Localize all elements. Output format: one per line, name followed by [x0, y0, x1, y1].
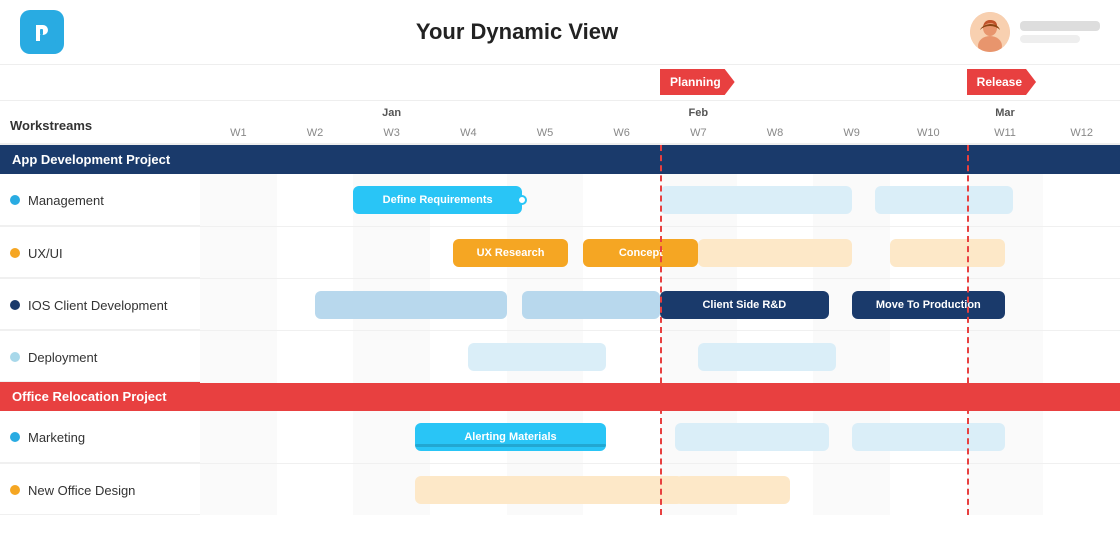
- dot-ios: [10, 300, 20, 310]
- gantt-body: App Development Project Management: [0, 145, 1120, 515]
- dot-uxui: [10, 248, 20, 258]
- user-area: [970, 12, 1100, 52]
- week-header-w9: W9: [813, 101, 890, 143]
- bar-concept[interactable]: Concept: [583, 239, 698, 267]
- bar-alerting-materials[interactable]: Alerting Materials: [415, 423, 607, 451]
- section-app-dev: App Development Project: [0, 145, 1120, 174]
- gantt-chart: Planning Release Workstreams W1 W2 Jan W…: [0, 65, 1120, 515]
- bar-ios-jan2: [522, 291, 660, 319]
- bar-office-jan: [415, 476, 683, 504]
- workstream-office-design: New Office Design: [0, 483, 200, 498]
- workstream-management: Management: [0, 193, 200, 208]
- dot-office-design: [10, 485, 20, 495]
- bar-client-side-rd[interactable]: Client Side R&D: [660, 291, 829, 319]
- workstream-ios: IOS Client Development: [0, 298, 200, 313]
- user-name: [1020, 21, 1100, 31]
- week-header-w11: Mar W11: [967, 101, 1044, 143]
- bar-define-requirements[interactable]: Define Requirements: [353, 186, 522, 214]
- dot-management: [10, 195, 20, 205]
- release-milestone: Release: [967, 69, 1036, 95]
- logo[interactable]: [20, 10, 64, 54]
- bar-mgmt-feb2: [875, 186, 1013, 214]
- bar-deployment-jan: [468, 343, 606, 371]
- user-subtitle: [1020, 35, 1080, 43]
- app-container: Your Dynamic View: [0, 0, 1120, 515]
- workstream-uxui: UX/UI: [0, 246, 200, 261]
- row-management: Management Define Requirements: [0, 174, 1120, 226]
- column-headers: Workstreams W1 W2 Jan W3 W4 W5 W6 Feb W7…: [0, 101, 1120, 145]
- week-header-w1: W1: [200, 101, 277, 143]
- dot-marketing: [10, 432, 20, 442]
- row-deployment: Deployment: [0, 330, 1120, 382]
- week-header-w4: W4: [430, 101, 507, 143]
- row-office-design: New Office Design: [0, 463, 1120, 515]
- bar-uxui-feb1: [698, 239, 851, 267]
- bar-ux-research[interactable]: UX Research: [453, 239, 568, 267]
- planning-milestone: Planning: [660, 69, 735, 95]
- bar-marketing-feb1: [675, 423, 828, 451]
- workstream-deployment: Deployment: [0, 350, 200, 365]
- row-uxui: UX/UI UX Research: [0, 226, 1120, 278]
- week-header-w7: Feb W7: [660, 101, 737, 143]
- dot-deployment: [10, 352, 20, 362]
- page-title: Your Dynamic View: [416, 19, 618, 45]
- row-ios: IOS Client Development Client Side R&D: [0, 278, 1120, 330]
- workstreams-header: Workstreams: [0, 101, 200, 143]
- header: Your Dynamic View: [0, 0, 1120, 65]
- connector-dot-1: [517, 195, 527, 205]
- avatar: [970, 12, 1010, 52]
- section-office-relocation: Office Relocation Project: [0, 382, 1120, 411]
- week-header-w6: W6: [583, 101, 660, 143]
- week-header-w3: Jan W3: [353, 101, 430, 143]
- bar-ios-jan1: [315, 291, 507, 319]
- row-marketing: Marketing Alerting Materials: [0, 411, 1120, 463]
- bar-marketing-feb2: [852, 423, 1005, 451]
- bar-mgmt-feb1: [660, 186, 852, 214]
- week-header-w5: W5: [507, 101, 584, 143]
- bar-deployment-feb: [698, 343, 836, 371]
- workstream-marketing: Marketing: [0, 430, 200, 445]
- week-header-w2: W2: [277, 101, 354, 143]
- week-header-w12: W12: [1043, 101, 1120, 143]
- week-header-w10: W10: [890, 101, 967, 143]
- week-header-w8: W8: [737, 101, 814, 143]
- bar-uxui-feb2: [890, 239, 1005, 267]
- bar-office-feb: [675, 476, 790, 504]
- bar-detail: [415, 444, 607, 447]
- bar-move-production[interactable]: Move To Production: [852, 291, 1005, 319]
